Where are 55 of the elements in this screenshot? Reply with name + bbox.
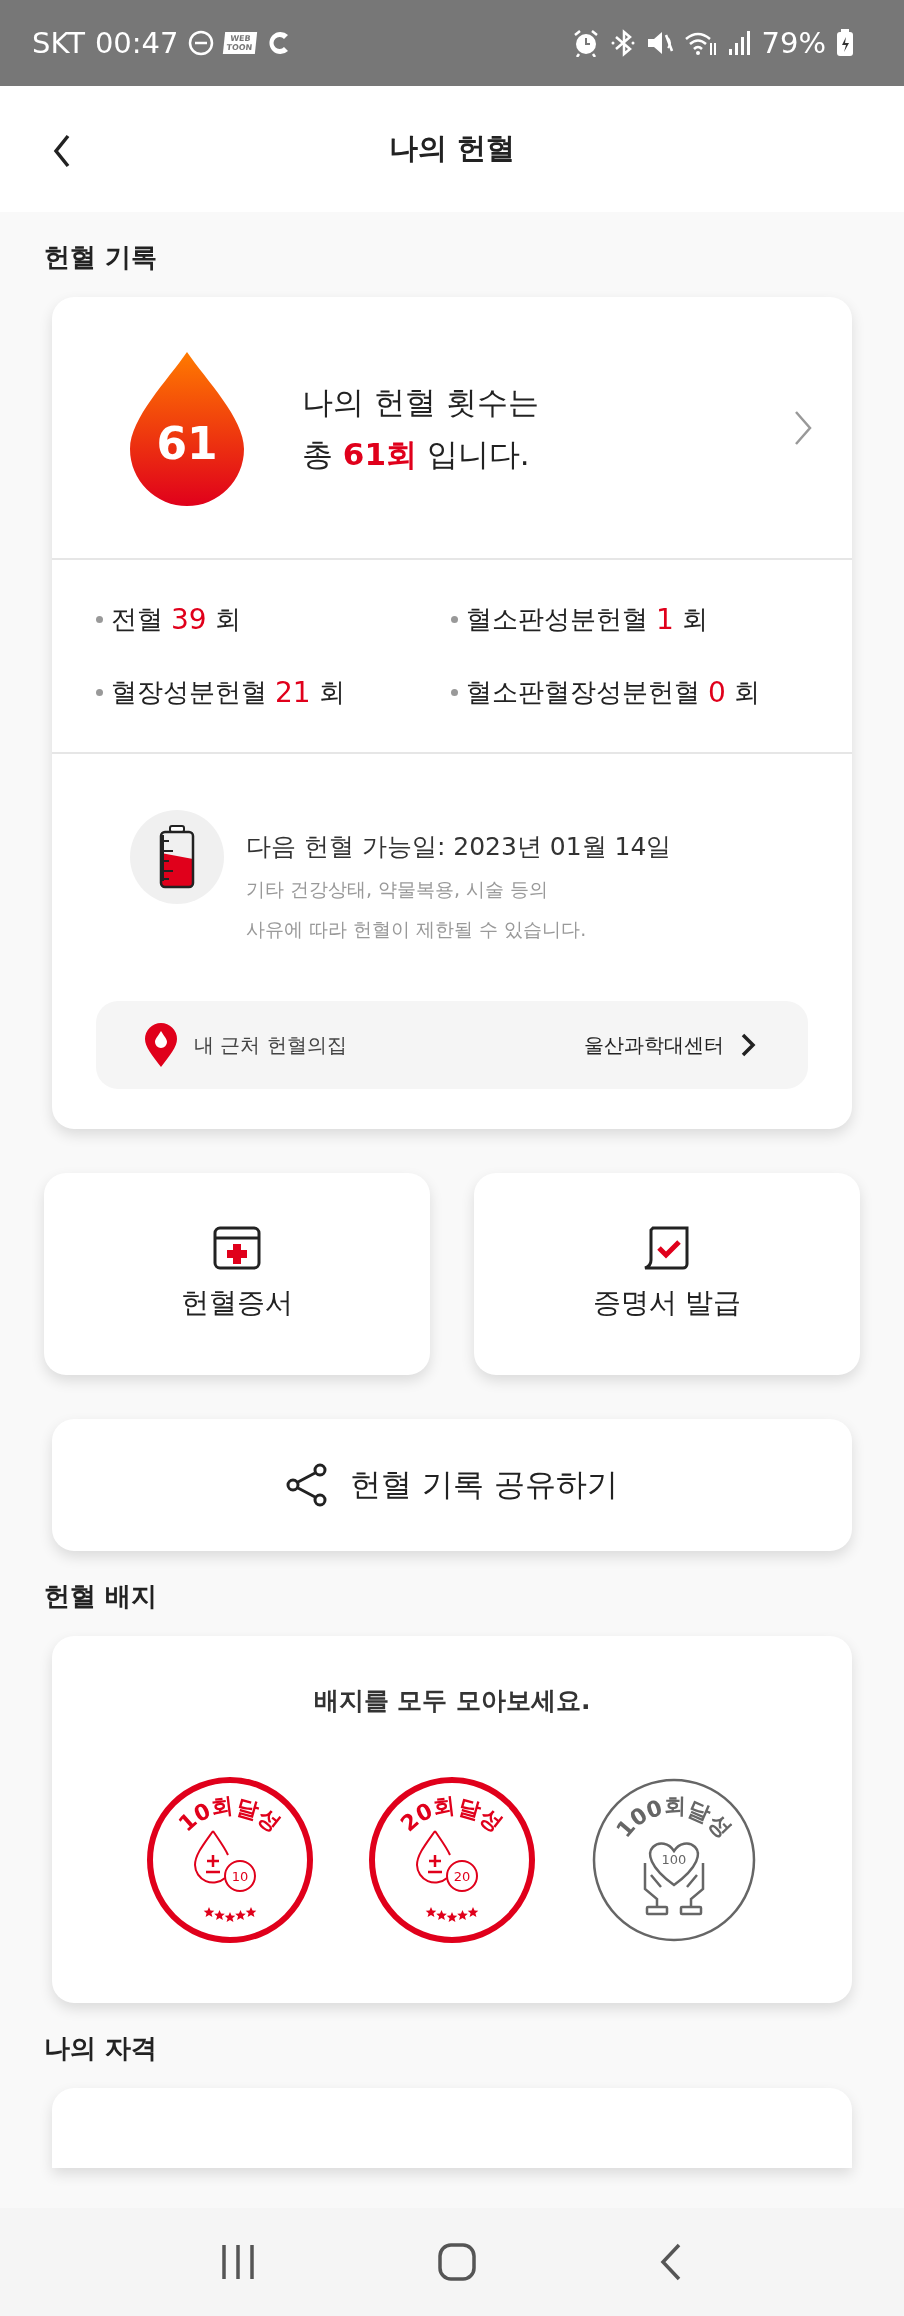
- checked-document-icon: [643, 1226, 691, 1270]
- badge-prompt: 배지를 모두 모아보세요.: [313, 1685, 591, 1717]
- bluetooth-icon: [609, 29, 636, 57]
- nearby-center-row[interactable]: 내 근처 헌혈의집 울산과학대센터: [96, 1001, 808, 1089]
- share-icon: [286, 1463, 329, 1507]
- notice-text: 기타 건강상태, 약물복용, 시술 등의 사유에 따라 헌혈이 제한될 수 있습니다.: [246, 877, 588, 942]
- badge-title: 10회달성: [173, 1792, 286, 1837]
- recent-apps-icon[interactable]: [221, 2243, 256, 2281]
- bullet-dot: [451, 689, 458, 696]
- next-donation-date: 다음 헌혈 가능일: 2023년 01월 14일: [246, 831, 672, 863]
- stat-count: 21: [275, 676, 311, 709]
- summary-text: 나의 헌혈 횟수는 총 61회 입니다.: [302, 382, 540, 474]
- drop-count: 61: [155, 417, 219, 469]
- stat-label: 혈장성분헌혈: [111, 676, 267, 709]
- mute-icon: [645, 29, 674, 57]
- badge-number: 20: [453, 1869, 471, 1884]
- medical-kit-icon: [213, 1226, 261, 1270]
- location-pin-icon: [144, 1023, 178, 1067]
- stat-unit: 회: [733, 676, 760, 709]
- carrier-name: SKT: [32, 26, 85, 60]
- section-heading: 나의 자격: [44, 2032, 159, 2065]
- section-heading: 헌혈 기록: [44, 241, 159, 274]
- action-button[interactable]: 증명서 발급: [474, 1173, 860, 1375]
- stat-label: 전혈: [111, 603, 163, 636]
- bullet-dot: [96, 616, 103, 623]
- nearby-label: 내 근처 헌혈의집: [194, 1031, 348, 1059]
- chevron-right-icon[interactable]: [794, 409, 812, 446]
- share-button[interactable]: 헌혈 기록 공유하기: [52, 1419, 852, 1551]
- blood-bag-icon: [157, 825, 197, 889]
- stat-unit: 회: [318, 676, 345, 709]
- page-title: 나의 헌혈: [388, 130, 516, 167]
- badge-title: 20회달성: [395, 1792, 508, 1837]
- stat-unit: 회: [214, 603, 241, 636]
- battery-icon: [836, 28, 854, 58]
- bullet-dot: [451, 616, 458, 623]
- stat-unit: 회: [681, 603, 708, 636]
- chevron-right-icon: [740, 1032, 756, 1058]
- section-heading: 헌혈 배지: [44, 1580, 159, 1613]
- stat-count: 1: [656, 603, 674, 636]
- home-icon[interactable]: [438, 2243, 476, 2281]
- stat-count: 39: [171, 603, 207, 636]
- clock-time: 00:47: [94, 26, 179, 60]
- stat-count: 0: [708, 676, 726, 709]
- badge-number: 100: [661, 1852, 687, 1867]
- do-not-disturb-icon: [188, 30, 215, 56]
- nearby-center-name: 울산과학대센터: [584, 1031, 724, 1059]
- signal-icon: [727, 29, 752, 57]
- battery-percent: 79%: [761, 26, 826, 60]
- action-button[interactable]: 헌혈증서: [44, 1173, 430, 1375]
- badge-number: 10: [231, 1869, 249, 1884]
- stat-label: 혈소판혈장성분헌혈: [466, 676, 700, 709]
- bullet-dot: [96, 689, 103, 696]
- back-icon[interactable]: [658, 2243, 683, 2281]
- stat-label: 혈소판성분헌혈: [466, 603, 648, 636]
- app-badge-icon: WEB TOON: [223, 32, 258, 54]
